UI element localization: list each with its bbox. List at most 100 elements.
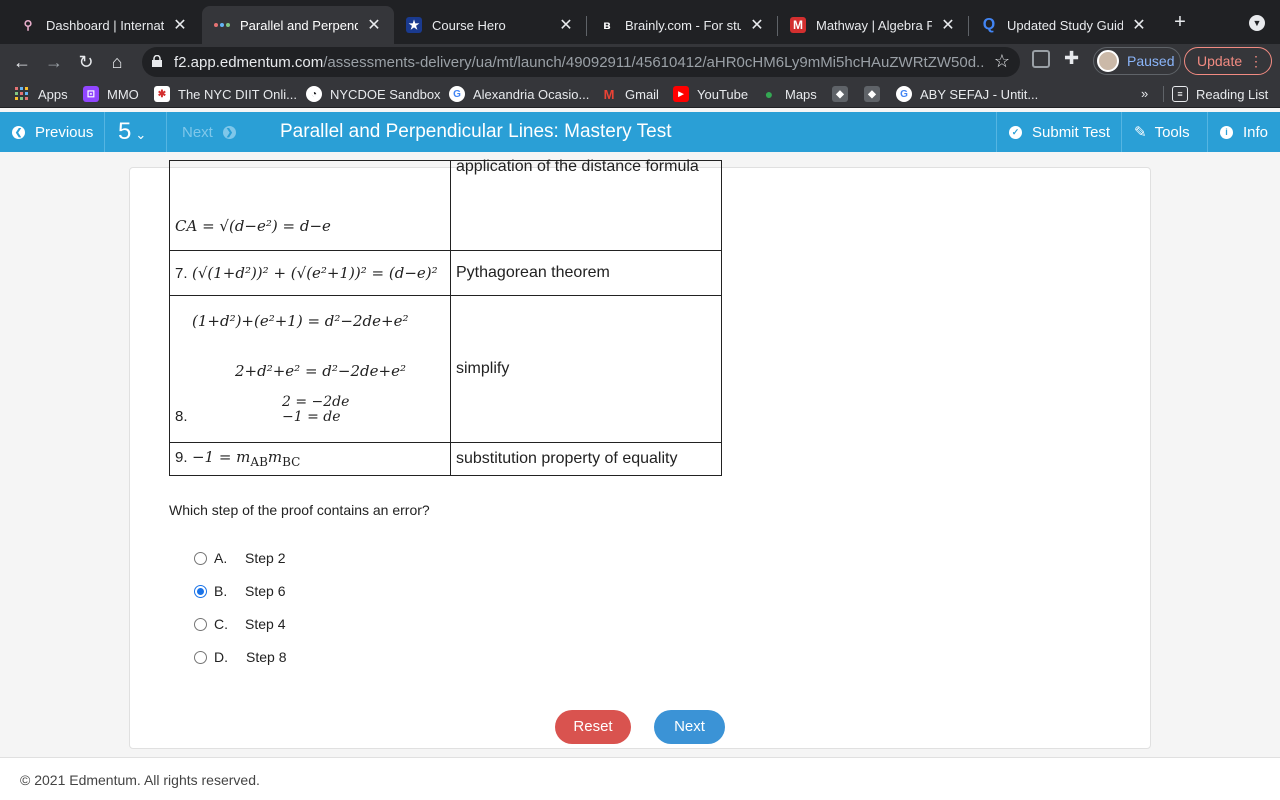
bookmark-roblox-2[interactable]: ◆ <box>864 85 888 103</box>
bookmark-alexandria[interactable]: G Alexandria Ocasio... <box>449 85 589 103</box>
bookmark-label: ABY SEFAJ - Untit... <box>920 86 1039 102</box>
extension-grid-icon[interactable] <box>1032 50 1050 68</box>
statement-cell: 9. −1 = mABmBC <box>169 442 451 476</box>
url-host: f2.app.edmentum.com <box>174 54 324 71</box>
choice-b[interactable]: B. Step 6 <box>194 581 285 601</box>
reason-text: Pythagorean theorem <box>456 264 610 281</box>
close-icon[interactable]: ✕ <box>172 15 188 35</box>
bookmark-apps[interactable]: Apps <box>14 85 68 103</box>
bookmark-youtube[interactable]: ▶ YouTube <box>673 85 748 103</box>
sandbox-icon: ◔ <box>306 86 322 102</box>
statement-cell: CA = √(d−e²) = d−e <box>169 160 451 251</box>
bookmark-label: NYCDOE Sandbox <box>330 86 441 102</box>
chevron-down-icon: ⌄ <box>135 127 147 142</box>
home-icon[interactable]: ⌂ <box>105 50 129 74</box>
google-icon: G <box>896 86 912 102</box>
chevron-right-icon: ❯ <box>222 125 236 139</box>
bookmark-nycdoe-sandbox[interactable]: ◔ NYCDOE Sandbox <box>306 85 441 103</box>
twitch-icon: ⊡ <box>83 86 99 102</box>
address-bar[interactable]: f2.app.edmentum.com/assessments-delivery… <box>142 47 1020 77</box>
radio-button[interactable] <box>194 584 207 598</box>
proof-row-8: (1+d²)+(e²+1) = d²−2de+e² 2+d²+e² = d²−2… <box>169 295 722 443</box>
close-icon[interactable]: ✕ <box>558 15 574 35</box>
tab-dashboard[interactable]: ⚲ Dashboard | Internatio ✕ <box>8 6 200 44</box>
reload-icon[interactable]: ↻ <box>74 50 98 74</box>
tab-search-icon[interactable]: ▼ <box>1249 15 1265 31</box>
update-label: Update <box>1197 53 1243 69</box>
bookmarks-more-button[interactable]: » <box>1141 86 1148 101</box>
tab-parallel-perpendicular[interactable]: Parallel and Perpendic ✕ <box>202 6 394 44</box>
reason-text: substitution property of equality <box>456 450 678 467</box>
forward-icon[interactable]: → <box>42 50 66 74</box>
next-button[interactable]: Next <box>654 710 725 744</box>
choice-a[interactable]: A. Step 2 <box>194 548 285 568</box>
reason-text: application of the distance formula <box>456 158 699 175</box>
profile-status: Paused <box>1127 53 1175 69</box>
update-button[interactable]: Update ⋮ <box>1184 47 1272 75</box>
choice-c[interactable]: C. Step 4 <box>194 614 285 634</box>
choice-d[interactable]: D. Step 8 <box>194 647 286 667</box>
choice-text: Step 2 <box>245 550 286 566</box>
extensions-puzzle-icon[interactable]: ✚ <box>1064 48 1079 69</box>
new-tab-button[interactable]: + <box>1170 12 1190 32</box>
reason-cell: application of the distance formula <box>450 158 722 251</box>
bookmark-label: Maps <box>785 86 817 102</box>
radio-button[interactable] <box>194 650 207 664</box>
tab-study-guide[interactable]: Q Updated Study Guide ✕ <box>969 6 1159 44</box>
roblox-icon: ◆ <box>832 86 848 102</box>
bookmark-aby-sefaj[interactable]: G ABY SEFAJ - Untit... <box>896 85 1038 103</box>
close-icon[interactable]: ✕ <box>749 15 765 35</box>
choice-text: Step 8 <box>246 649 287 665</box>
statement-line: −1 = de <box>282 409 341 425</box>
close-icon[interactable]: ✕ <box>940 15 956 35</box>
info-button[interactable]: i Info <box>1207 112 1280 152</box>
profile-button[interactable]: Paused <box>1093 47 1181 75</box>
question-selector[interactable]: 5 ⌄ <box>105 112 167 152</box>
radio-button[interactable] <box>194 617 207 631</box>
quizlet-icon: Q <box>982 16 996 33</box>
bookmark-gmail[interactable]: M Gmail <box>601 85 659 103</box>
statement-line: 2 = −2de <box>282 394 350 410</box>
bookmark-label: The NYC DIIT Onli... <box>178 86 297 102</box>
reading-list-button[interactable]: ≡ Reading List <box>1172 85 1268 103</box>
tab-title: Dashboard | Internatio <box>46 17 164 33</box>
roblox-icon: ◆ <box>864 86 880 102</box>
reading-list-icon: ≡ <box>1172 86 1188 102</box>
bookmark-roblox-1[interactable]: ◆ <box>832 85 856 103</box>
statement-subscript: AB <box>250 455 268 470</box>
question-number: 5 <box>118 118 132 145</box>
statement-cell: 7. (√(1+d²))² + (√(e²+1))² = (d−e)² <box>169 250 451 296</box>
choice-letter: B. <box>214 583 228 599</box>
bookmark-nyc-diit[interactable]: ✱ The NYC DIIT Onli... <box>154 85 297 103</box>
bookmark-maps[interactable]: ● Maps <box>761 85 817 103</box>
previous-button[interactable]: ❮ Previous <box>0 112 105 152</box>
browser-toolbar: ← → ↻ ⌂ f2.app.edmentum.com/assessments-… <box>0 44 1280 80</box>
browser-tab-strip: ⚲ Dashboard | Internatio ✕ Parallel and … <box>0 0 1280 44</box>
back-icon[interactable]: ← <box>10 50 34 74</box>
close-icon[interactable]: ✕ <box>1131 15 1147 35</box>
check-circle-icon: ✓ <box>1009 125 1022 139</box>
tab-mathway[interactable]: M Mathway | Algebra Pro ✕ <box>778 6 968 44</box>
lock-icon <box>152 55 162 67</box>
brainly-icon: ʙ <box>603 18 611 32</box>
tab-course-hero[interactable]: ★ Course Hero ✕ <box>394 6 586 44</box>
reset-button[interactable]: Reset <box>555 710 631 744</box>
proof-row-7: 7. (√(1+d²))² + (√(e²+1))² = (d−e)² Pyth… <box>169 250 722 296</box>
tab-title: Brainly.com - For stud <box>625 17 741 33</box>
tools-button[interactable]: ✎ Tools <box>1121 112 1207 152</box>
statement-line: 2+d²+e² = d²−2de+e² <box>235 362 406 380</box>
radio-button[interactable] <box>194 551 207 565</box>
submit-test-button[interactable]: ✓ Submit Test <box>996 112 1121 152</box>
statement-math: CA = √(d−e²) = d−e <box>175 217 331 235</box>
bookmark-star-icon[interactable]: ☆ <box>994 51 1010 72</box>
statement-line: (1+d²)+(e²+1) = d²−2de+e² <box>192 312 409 330</box>
reason-cell: Pythagorean theorem <box>450 250 722 296</box>
bookmark-label: MMO <box>107 86 139 102</box>
close-icon[interactable]: ✕ <box>366 15 382 35</box>
tab-brainly[interactable]: ʙ Brainly.com - For stud ✕ <box>587 6 777 44</box>
bookmark-mmo[interactable]: ⊡ MMO <box>83 85 139 103</box>
edmentum-icon <box>214 17 230 33</box>
next-top-button[interactable]: Next ❯ <box>167 112 255 152</box>
tab-title: Updated Study Guide <box>1007 17 1123 33</box>
tab-title: Parallel and Perpendic <box>240 17 358 33</box>
